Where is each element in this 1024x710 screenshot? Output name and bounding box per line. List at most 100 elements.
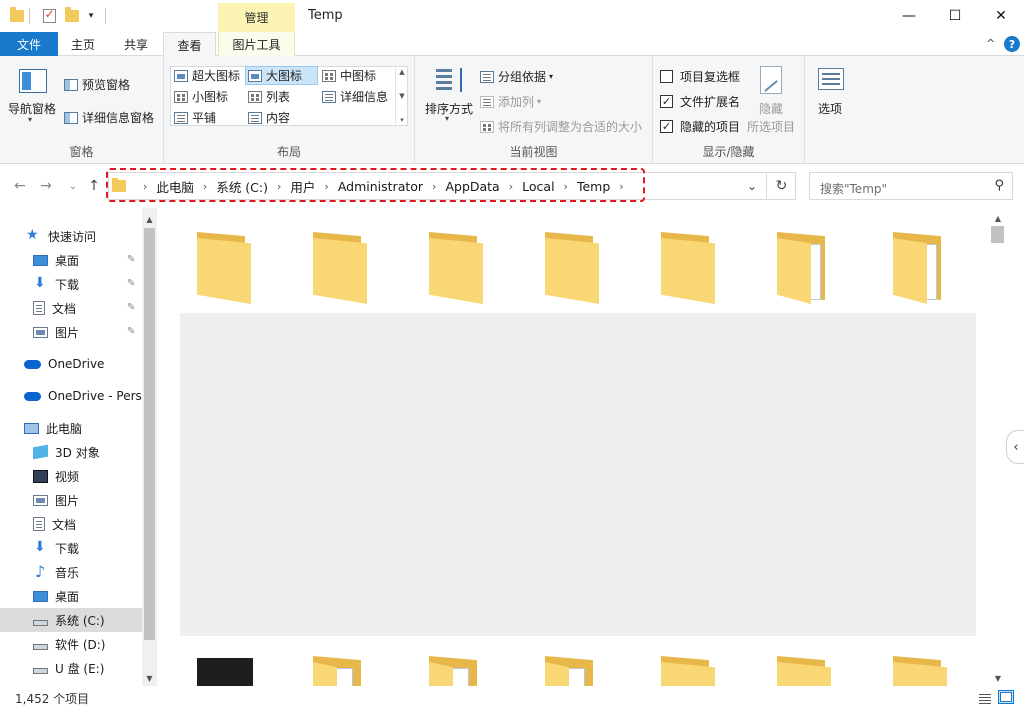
item-checkboxes-toggle[interactable]: 项目复选框 [660,68,740,85]
collapse-ribbon-icon[interactable]: ^ [986,37,995,50]
hide-selected-button[interactable]: 隐藏 [759,100,783,117]
chevron-up-icon[interactable]: ▲ [142,212,157,226]
item-checkboxes-checkbox[interactable] [660,70,673,83]
layout-small-icons[interactable]: 小图标 [174,88,228,105]
search-input[interactable]: 搜索"Temp" [820,180,887,197]
layout-gallery-scroll[interactable]: ▲ ▼ ▾ [395,66,408,126]
chevron-down-icon[interactable]: ▼ [988,670,1008,686]
details-view-button[interactable] [977,690,993,704]
folder-icon[interactable] [657,224,717,304]
layout-large-icons[interactable]: 大图标 [248,67,302,84]
pin-icon[interactable]: ✎ [127,302,135,313]
hide-selected-button-line2[interactable]: 所选项目 [747,118,795,135]
group-by-label: 分组依据 [498,70,547,84]
folder-icon[interactable] [193,224,253,304]
folder-with-files-icon[interactable] [425,648,485,686]
layout-list[interactable]: 列表 [248,88,290,105]
recent-locations-button[interactable]: ⌄ [63,175,83,197]
add-column-button[interactable]: 添加列 ▾ [480,93,541,110]
group-by-button[interactable]: 分组依据 ▾ [480,68,553,85]
sidebar-item-drive-c[interactable]: 系统 (C:) [0,608,142,632]
sidebar-item-this-pc[interactable]: 此电脑 [0,416,142,440]
search-box[interactable]: 搜索"Temp" ⚲ [809,172,1013,200]
sidebar-item-label: 图片 [55,325,80,340]
chevron-down-icon[interactable]: ▾ [28,115,32,124]
folder-icon[interactable] [657,648,717,686]
sidebar-item-documents[interactable]: 文档 [0,296,142,320]
quick-access-dropdown-icon[interactable]: ▾ [82,6,100,26]
folder-with-files-icon[interactable] [773,224,833,304]
sidebar-item-quick-access[interactable]: 快速访问 [0,224,142,248]
more-icon[interactable]: ▾ [400,116,404,124]
file-extensions-toggle[interactable]: ✓ 文件扩展名 [660,93,740,110]
sidebar-item-documents-pc[interactable]: 文档 [0,512,142,536]
sidebar-item-desktop-pc[interactable]: 桌面 [0,584,142,608]
tab-home[interactable]: 主页 [58,32,108,56]
content-scrollbar[interactable] [988,208,1008,686]
chevron-down-icon[interactable]: ▾ [445,114,449,123]
tab-file[interactable]: 文件 [0,32,58,56]
layout-details[interactable]: 详细信息 [322,88,388,105]
sidebar-item-onedrive[interactable]: OneDrive [0,352,142,376]
address-dropdown-icon[interactable]: ⌄ [741,176,763,196]
close-button[interactable]: ✕ [978,0,1024,32]
chevron-down-icon[interactable]: ▼ [142,671,157,685]
help-icon[interactable]: ? [1004,36,1020,52]
chevron-down-icon[interactable]: ▼ [399,92,404,100]
sidebar-item-desktop[interactable]: 桌面 [0,248,142,272]
preview-pane-button[interactable]: 预览窗格 [64,76,130,93]
sidebar-item-onedrive-personal[interactable]: OneDrive - Perso [0,384,142,408]
folder-icon[interactable] [309,224,369,304]
pin-icon[interactable]: ✎ [127,326,135,337]
folder-with-files-icon[interactable] [889,224,949,304]
layout-content[interactable]: 内容 [248,109,290,126]
content-scroll-thumb[interactable] [991,226,1004,243]
tab-manage[interactable]: 管理 [218,3,295,32]
hidden-items-toggle[interactable]: ✓ 隐藏的项目 [660,118,740,135]
layout-tiles[interactable]: 平铺 [174,109,216,126]
new-folder-icon[interactable] [63,6,81,26]
large-icons-view-button[interactable] [998,690,1014,704]
sidebar-item-downloads[interactable]: 下载 [0,272,142,296]
pin-icon[interactable]: ✎ [127,278,135,289]
details-pane-button[interactable]: 详细信息窗格 [64,109,154,126]
options-button[interactable]: 选项 [818,100,842,117]
folder-icon[interactable] [889,648,949,686]
sidebar-item-downloads-pc[interactable]: 下载 [0,536,142,560]
folder-with-files-icon[interactable] [309,648,369,686]
sidebar-item-pictures[interactable]: 图片 [0,320,142,344]
sidebar-scroll-thumb[interactable] [144,228,155,640]
sidebar-item-label: 软件 (D:) [55,637,106,652]
chevron-left-icon[interactable]: ‹ [1006,430,1024,464]
folder-icon[interactable] [8,6,26,26]
maximize-button[interactable]: ☐ [932,0,978,32]
tab-share[interactable]: 共享 [110,32,162,56]
minimize-button[interactable]: — [886,0,932,32]
folder-icon[interactable] [541,224,601,304]
folder-icon[interactable] [773,648,833,686]
fit-columns-button[interactable]: 将所有列调整为合适的大小 [480,118,642,135]
up-button[interactable]: ↑ [84,175,104,197]
tab-picture-tools[interactable]: 图片工具 [218,32,295,56]
sidebar-item-drive-e[interactable]: U 盘 (E:) [0,656,142,680]
layout-extra-large-icons[interactable]: 超大图标 [174,67,240,84]
file-extensions-checkbox[interactable]: ✓ [660,95,673,108]
refresh-button[interactable]: ↻ [766,172,796,200]
properties-icon[interactable] [40,6,58,26]
sidebar-item-3d-objects[interactable]: 3D 对象 [0,440,142,464]
sidebar-item-videos[interactable]: 视频 [0,464,142,488]
dark-folder-icon[interactable] [195,648,255,686]
hidden-items-checkbox[interactable]: ✓ [660,120,673,133]
tab-view[interactable]: 查看 [163,32,216,57]
back-button[interactable]: ← [10,175,30,197]
pin-icon[interactable]: ✎ [127,254,135,265]
chevron-up-icon[interactable]: ▲ [988,210,1008,226]
sidebar-item-pictures-pc[interactable]: 图片 [0,488,142,512]
folder-with-files-icon[interactable] [541,648,601,686]
folder-icon[interactable] [425,224,485,304]
sidebar-item-drive-d[interactable]: 软件 (D:) [0,632,142,656]
sidebar-item-music[interactable]: 音乐 [0,560,142,584]
chevron-up-icon[interactable]: ▲ [399,68,404,76]
forward-button[interactable]: → [36,175,56,197]
layout-medium-icons[interactable]: 中图标 [322,67,376,84]
